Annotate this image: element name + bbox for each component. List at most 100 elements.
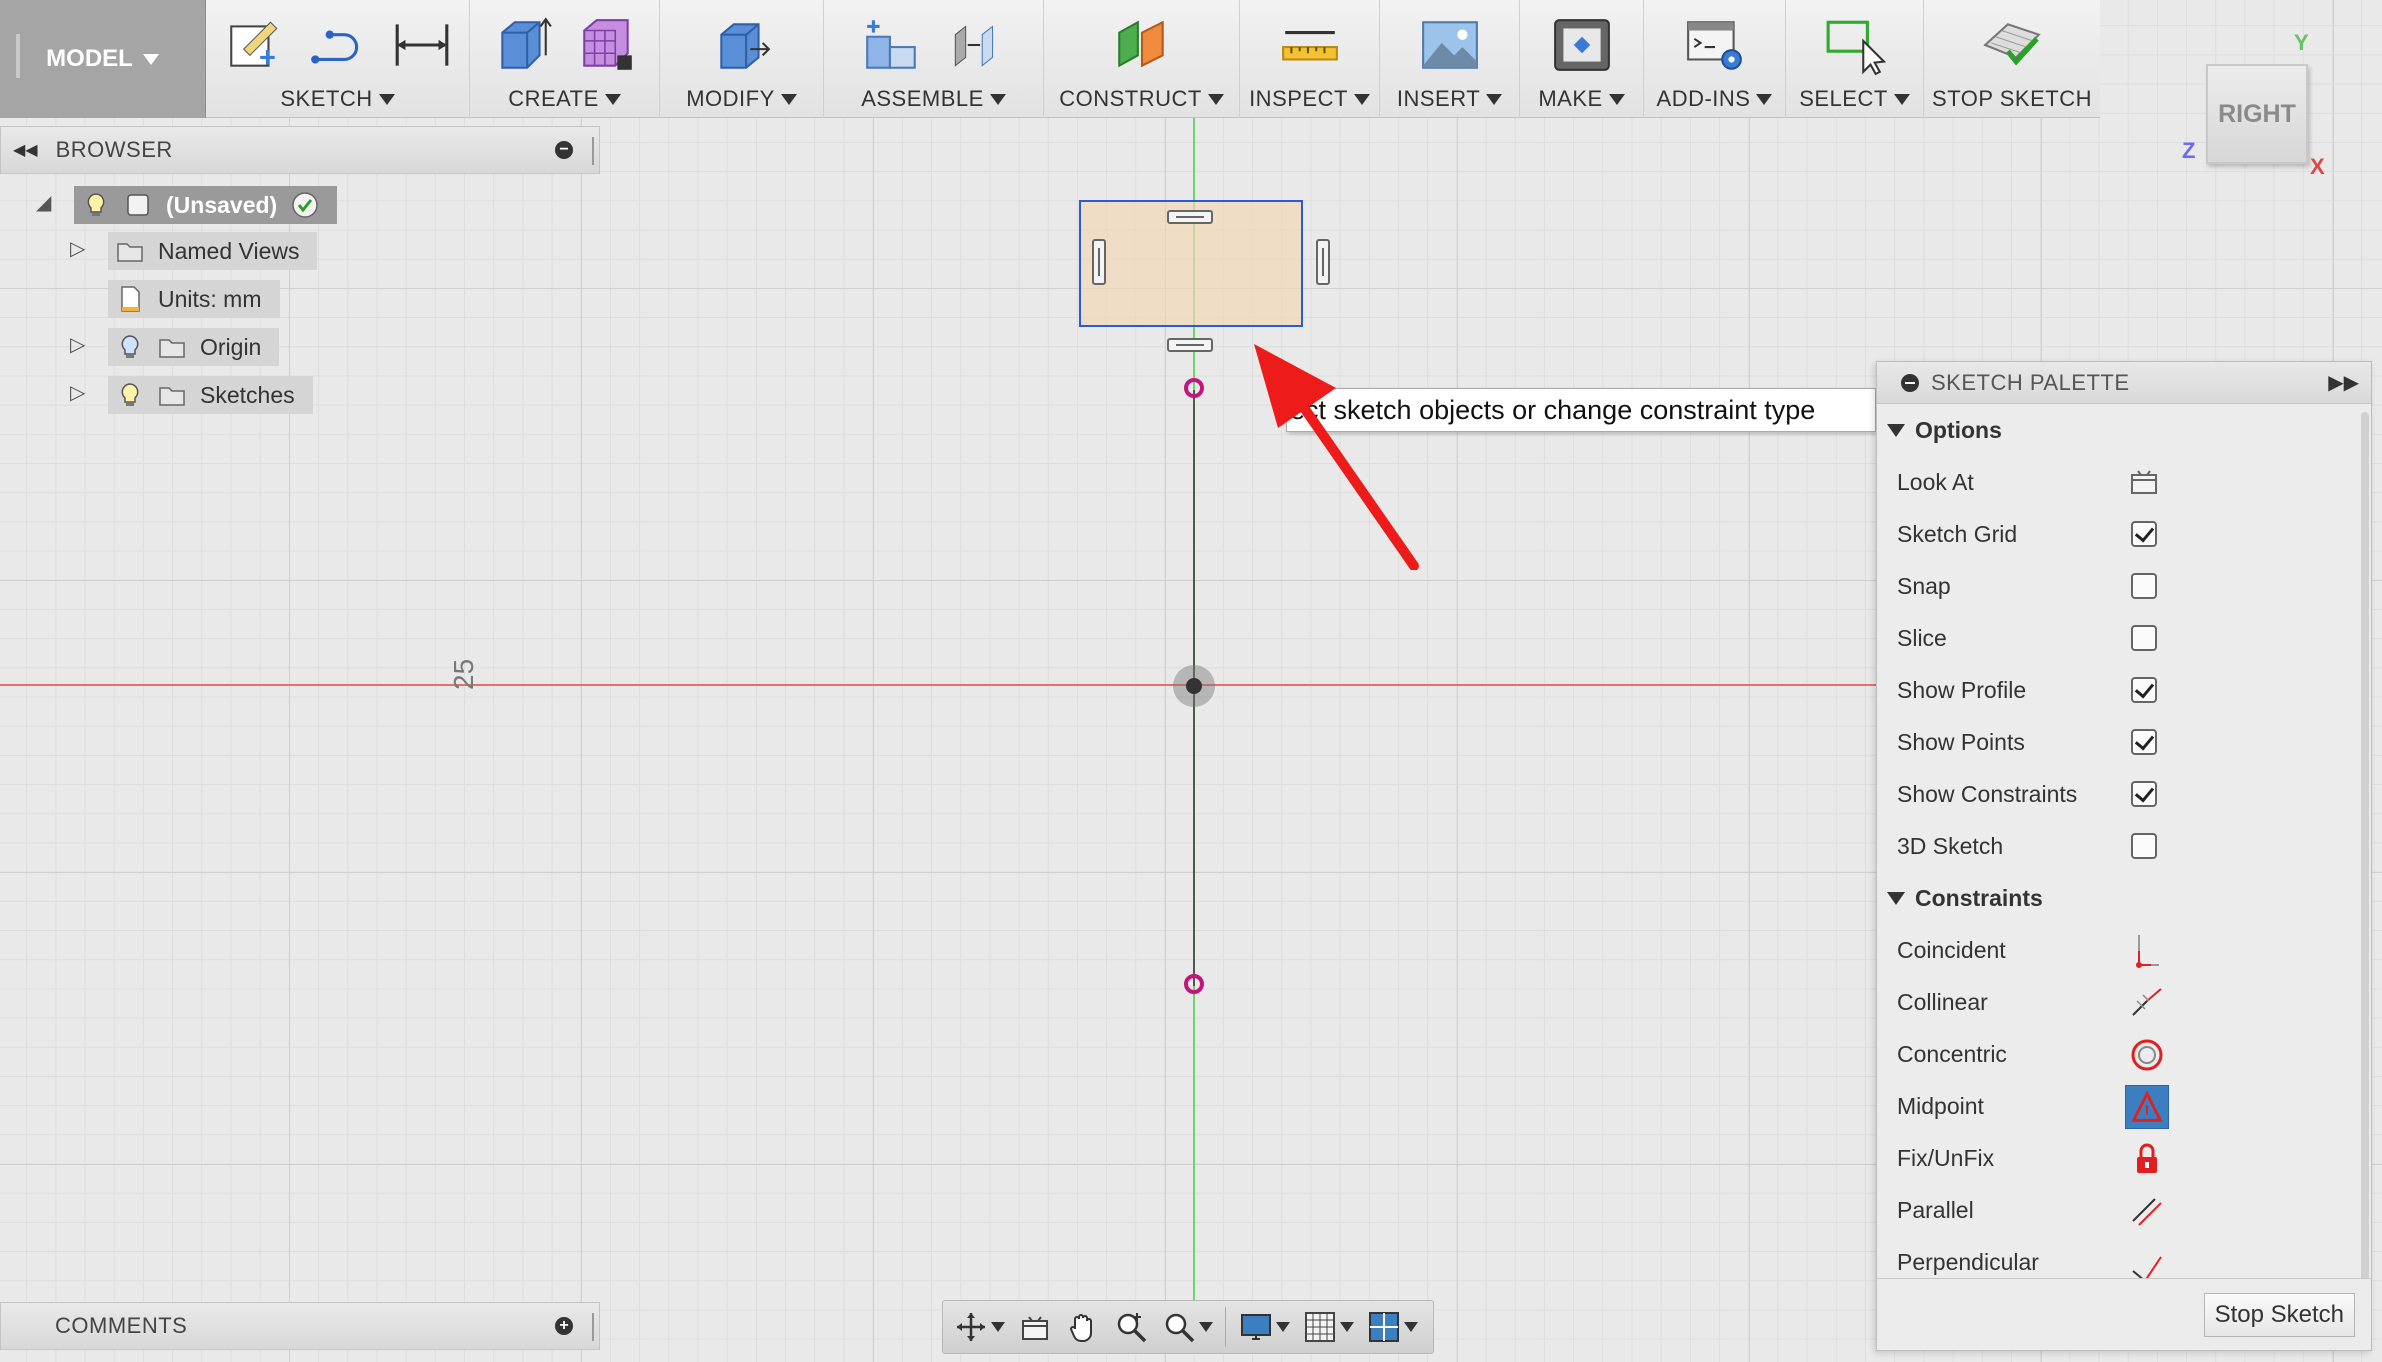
stop-sketch-group[interactable]: STOP SKETCH: [1924, 0, 2100, 118]
units-node[interactable]: Units: mm: [108, 280, 280, 318]
tree-row-sketches[interactable]: ▷ Sketches: [70, 376, 313, 414]
slice-checkbox[interactable]: [2131, 625, 2157, 651]
pan-button[interactable]: [1061, 1305, 1105, 1349]
chevron-down-icon[interactable]: [1199, 1322, 1213, 1332]
sketch-palette-header[interactable]: SKETCH PALETTE ▶▶: [1877, 362, 2371, 404]
make-group[interactable]: MAKE: [1520, 0, 1644, 118]
workspace-switcher-button[interactable]: MODEL: [0, 0, 206, 118]
minimize-palette-icon[interactable]: [1901, 373, 1919, 392]
add-ins-group[interactable]: ADD-INS: [1644, 0, 1786, 118]
viewports-button[interactable]: [1362, 1305, 1422, 1349]
constraint-concentric[interactable]: Concentric: [1877, 1028, 2371, 1080]
lightbulb-icon[interactable]: [82, 191, 110, 219]
option-show-profile[interactable]: Show Profile: [1877, 664, 2371, 716]
vertical-constraint-icon[interactable]: [1314, 238, 1332, 286]
modify-group[interactable]: MODIFY: [660, 0, 824, 118]
sketch-dimension-icon[interactable]: [391, 14, 453, 76]
comments-panel[interactable]: COMMENTS +: [0, 1302, 600, 1350]
option-slice[interactable]: Slice: [1877, 612, 2371, 664]
dimension-label[interactable]: 25: [448, 659, 480, 690]
palette-scrollbar[interactable]: [2361, 412, 2369, 1292]
orbit-button[interactable]: [949, 1305, 1009, 1349]
show-points-checkbox[interactable]: [2131, 729, 2157, 755]
horizontal-constraint-icon[interactable]: [1166, 336, 1214, 354]
option-show-constraints[interactable]: Show Constraints: [1877, 768, 2371, 820]
lightbulb-icon[interactable]: [116, 381, 144, 409]
option-snap[interactable]: Snap: [1877, 560, 2371, 612]
viewcube[interactable]: Y RIGHT Z X: [2168, 30, 2328, 190]
sketch-group[interactable]: SKETCH: [206, 0, 470, 118]
option-sketch-grid[interactable]: Sketch Grid: [1877, 508, 2371, 560]
display-settings-button[interactable]: [1234, 1305, 1294, 1349]
zoom-window-button[interactable]: [1157, 1305, 1217, 1349]
insert-image-icon[interactable]: [1419, 14, 1481, 76]
viewcube-face-right[interactable]: RIGHT: [2206, 64, 2308, 164]
create-group[interactable]: CREATE: [470, 0, 660, 118]
named-views-node[interactable]: Named Views: [108, 232, 318, 270]
chevron-down-icon[interactable]: [991, 1322, 1005, 1332]
3d-print-icon[interactable]: [1551, 14, 1613, 76]
snap-checkbox[interactable]: [2131, 573, 2157, 599]
origin-node[interactable]: Origin: [108, 328, 280, 366]
chevron-down-icon[interactable]: [1276, 1322, 1290, 1332]
look-at-button[interactable]: [1013, 1305, 1057, 1349]
panel-resize-grip[interactable]: [592, 1313, 595, 1341]
concentric-icon[interactable]: [2125, 1033, 2169, 1077]
select-icon[interactable]: [1824, 14, 1886, 76]
expand-triangle-icon[interactable]: ▷: [70, 380, 85, 405]
tree-row-origin[interactable]: ▷ Origin: [70, 328, 280, 366]
stop-sketch-icon[interactable]: [1981, 14, 2043, 76]
constraints-section-header[interactable]: Constraints: [1877, 872, 2371, 924]
assemble-group[interactable]: ASSEMBLE: [824, 0, 1044, 118]
sketch-point[interactable]: [1184, 378, 1204, 398]
measure-icon[interactable]: [1279, 14, 1341, 76]
lock-icon[interactable]: [2125, 1137, 2169, 1181]
parallel-icon[interactable]: [2125, 1189, 2169, 1233]
sketch-grid-checkbox[interactable]: [2131, 521, 2157, 547]
3d-sketch-checkbox[interactable]: [2131, 833, 2157, 859]
collinear-icon[interactable]: [2125, 981, 2169, 1025]
inspect-group[interactable]: INSPECT: [1240, 0, 1380, 118]
select-group[interactable]: SELECT: [1786, 0, 1924, 118]
constraint-collinear[interactable]: Collinear: [1877, 976, 2371, 1028]
offset-plane-icon[interactable]: [1111, 14, 1173, 76]
option-look-at[interactable]: Look At: [1877, 456, 2371, 508]
document-root-node[interactable]: (Unsaved): [74, 186, 338, 224]
new-component-icon[interactable]: [861, 14, 923, 76]
expand-triangle-icon[interactable]: ▷: [70, 332, 85, 357]
look-at-icon[interactable]: [2129, 467, 2159, 497]
press-pull-icon[interactable]: [711, 14, 773, 76]
horizontal-constraint-icon[interactable]: [1166, 208, 1214, 226]
stop-sketch-button[interactable]: Stop Sketch: [2203, 1293, 2355, 1337]
tree-root-row[interactable]: ◢ (Unsaved): [36, 186, 338, 224]
vertical-constraint-icon[interactable]: [1090, 238, 1108, 286]
constraint-fix-unfix[interactable]: Fix/UnFix: [1877, 1132, 2371, 1184]
tree-row-named-views[interactable]: ▷ Named Views: [70, 232, 318, 270]
sketch-point[interactable]: [1184, 974, 1204, 994]
coincident-icon[interactable]: [2125, 929, 2169, 973]
panel-resize-grip[interactable]: [592, 137, 595, 165]
chevron-down-icon[interactable]: [1404, 1322, 1418, 1332]
show-constraints-checkbox[interactable]: [2131, 781, 2157, 807]
option-3d-sketch[interactable]: 3D Sketch: [1877, 820, 2371, 872]
options-section-header[interactable]: Options: [1877, 404, 2371, 456]
extrude-icon[interactable]: [492, 14, 554, 76]
sketches-node[interactable]: Sketches: [108, 376, 313, 414]
constraint-coincident[interactable]: Coincident: [1877, 924, 2371, 976]
show-profile-checkbox[interactable]: [2131, 677, 2157, 703]
scripts-addins-icon[interactable]: [1684, 14, 1746, 76]
midpoint-icon[interactable]: [2125, 1085, 2169, 1129]
lightbulb-icon[interactable]: [116, 333, 144, 361]
minimize-browser-icon[interactable]: −: [555, 141, 573, 159]
grid-settings-button[interactable]: [1298, 1305, 1358, 1349]
insert-group[interactable]: INSERT: [1380, 0, 1520, 118]
option-show-points[interactable]: Show Points: [1877, 716, 2371, 768]
browser-panel-header[interactable]: ◀◀ BROWSER −: [0, 126, 600, 174]
add-comment-icon[interactable]: +: [555, 1317, 573, 1335]
expand-palette-icon[interactable]: ▶▶: [2328, 370, 2359, 395]
toolbar-grip[interactable]: [16, 34, 20, 78]
create-form-icon[interactable]: [576, 14, 638, 76]
zoom-button[interactable]: [1109, 1305, 1153, 1349]
constraint-midpoint[interactable]: Midpoint: [1877, 1080, 2371, 1132]
construct-group[interactable]: CONSTRUCT: [1044, 0, 1240, 118]
